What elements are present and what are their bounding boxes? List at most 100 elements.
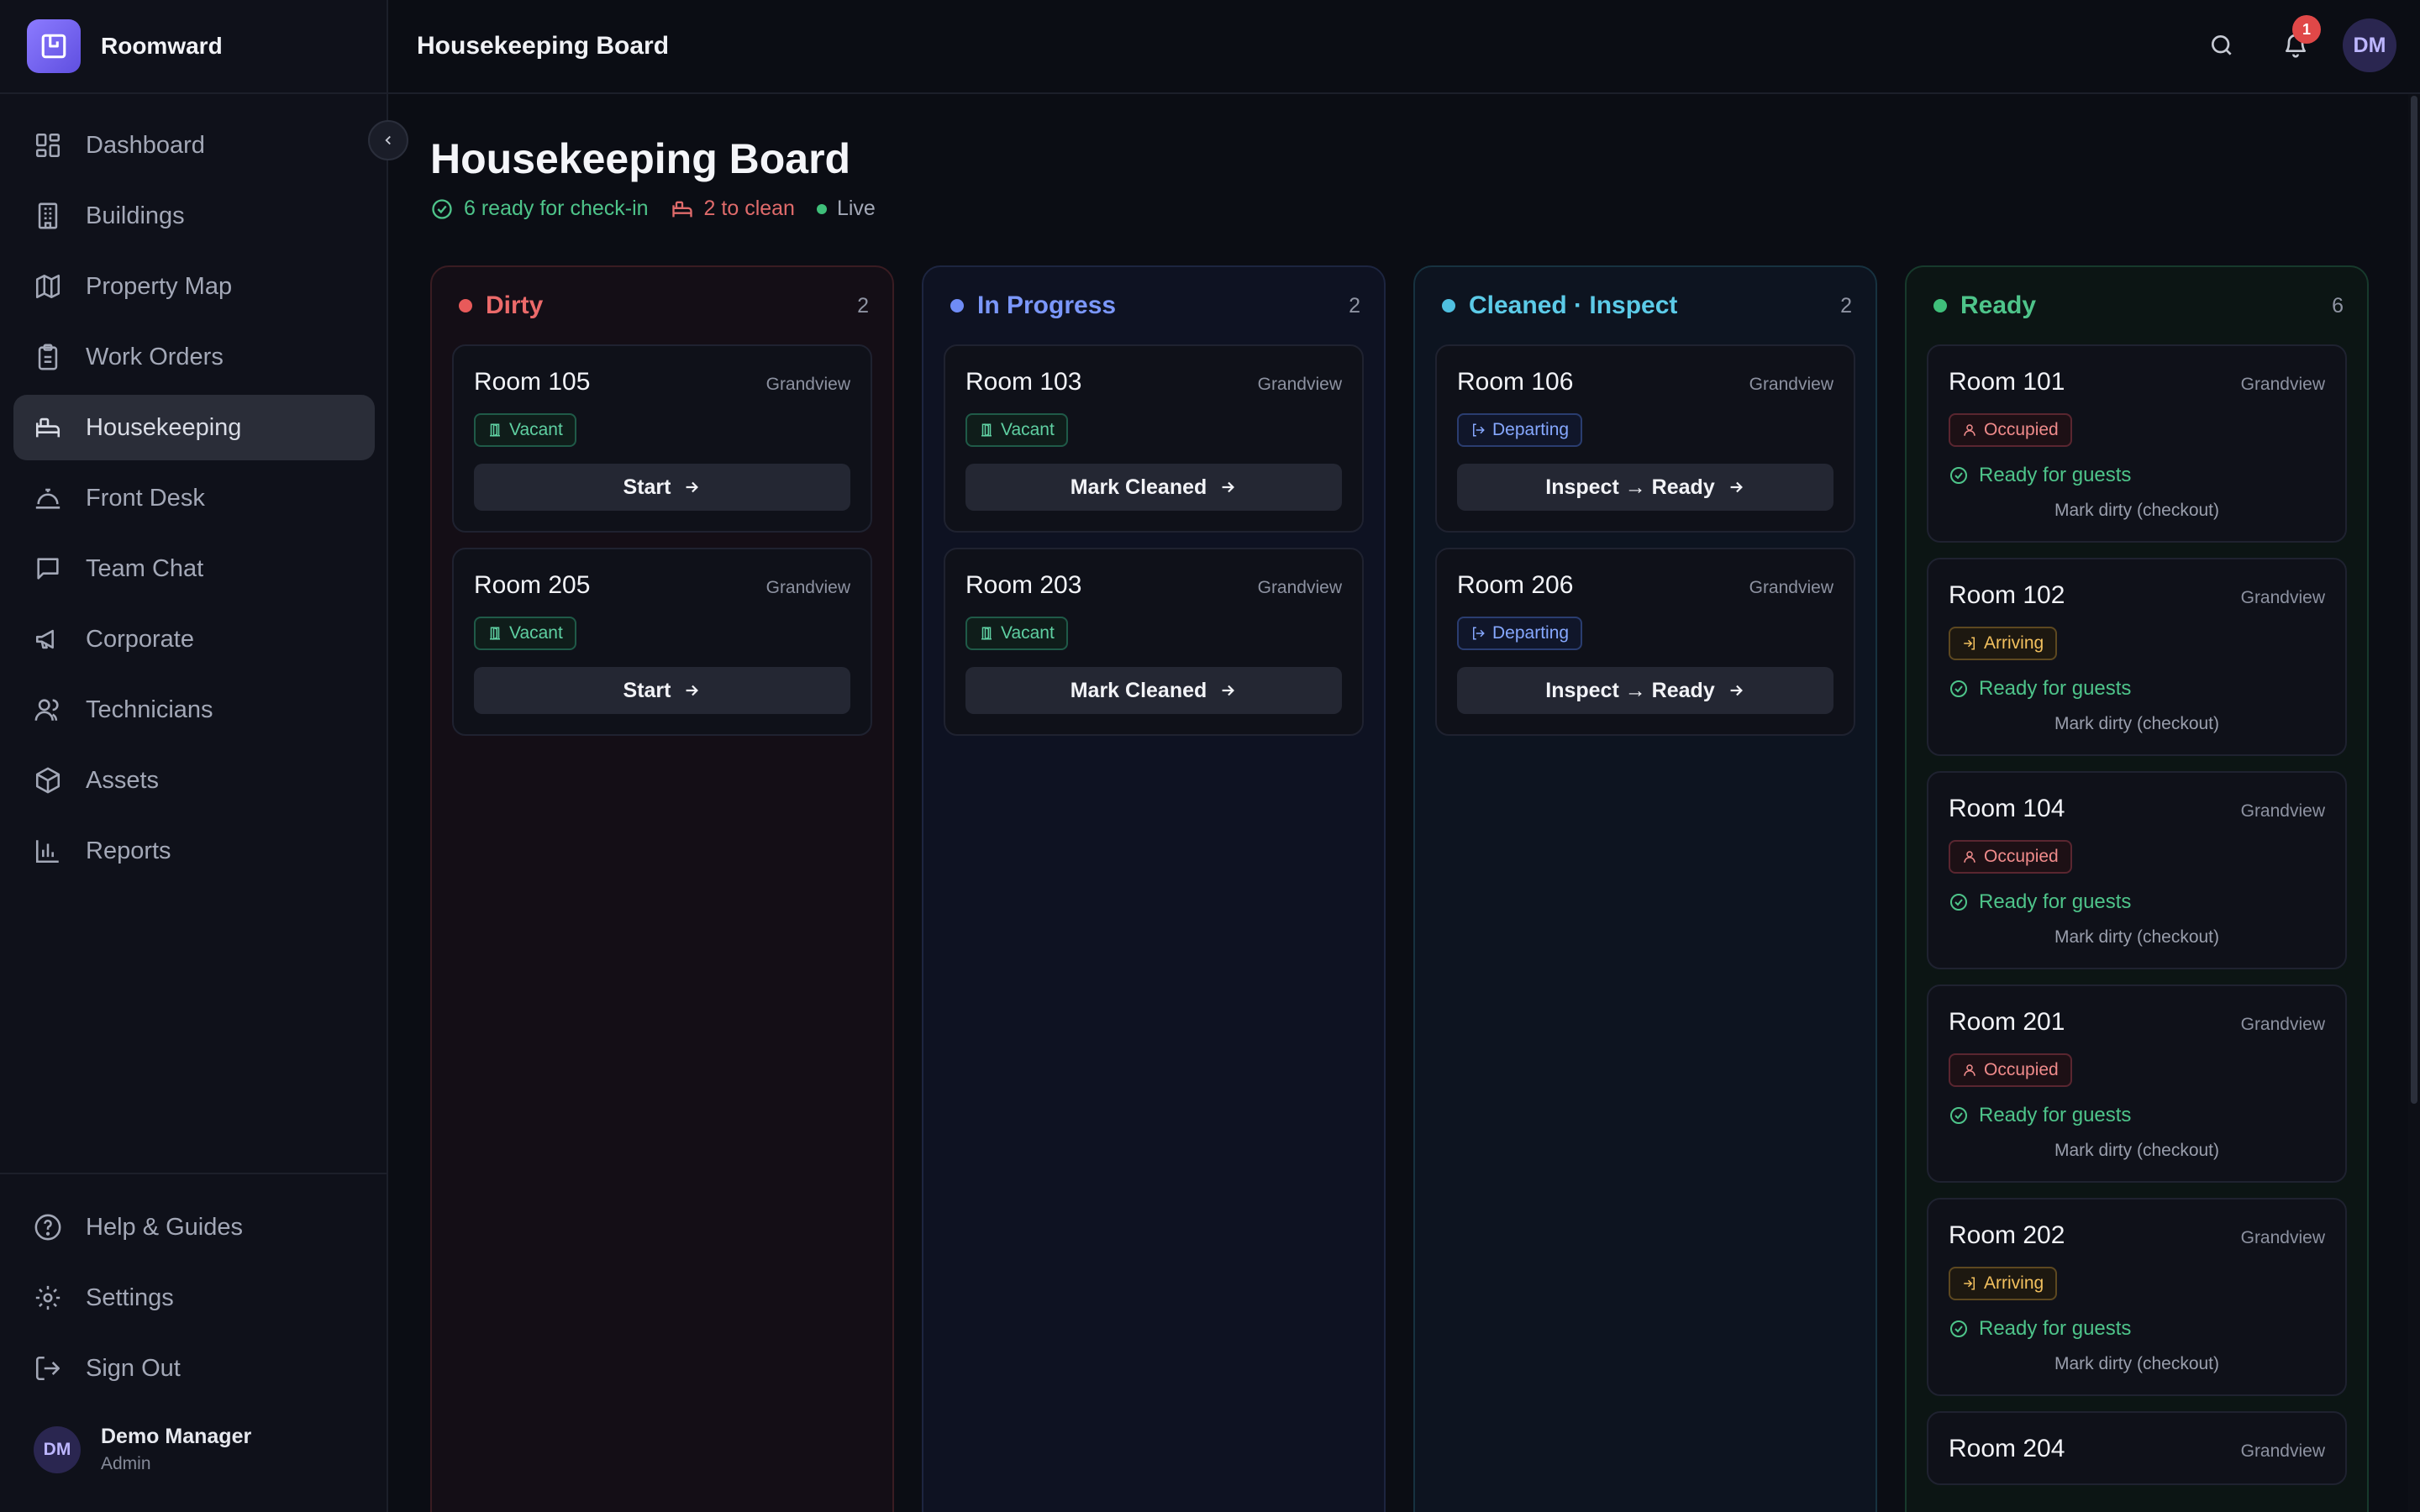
- column-title: Cleaned · Inspect: [1469, 291, 1678, 319]
- room-name: Room 101: [1949, 368, 2065, 396]
- room-card[interactable]: Room 203 Grandview Vacant Mark Cleaned: [944, 548, 1364, 736]
- sidebar-item-technicians[interactable]: Technicians: [13, 677, 375, 743]
- check-circle-icon: [1950, 467, 1967, 484]
- mark-dirty-link[interactable]: Mark dirty (checkout): [1949, 501, 2325, 521]
- sidebar-item-sign-out[interactable]: Sign Out: [13, 1336, 375, 1401]
- start-button[interactable]: Start: [474, 667, 850, 714]
- check-circle-icon: [432, 198, 452, 219]
- mark-cleaned-button[interactable]: Mark Cleaned: [965, 464, 1342, 511]
- inspect-ready-button[interactable]: Inspect → Ready: [1457, 464, 1833, 511]
- check-circle-icon: [1950, 894, 1967, 911]
- ready-indicator: Ready for guests: [1949, 890, 2325, 914]
- status-badge: Occupied: [1949, 413, 2072, 447]
- person-icon: [1964, 1064, 1975, 1076]
- sidebar-item-settings[interactable]: Settings: [13, 1265, 375, 1331]
- log-in-icon: [1964, 637, 1975, 650]
- ready-text: Ready for guests: [1979, 677, 2132, 700]
- sidebar-item-corporate[interactable]: Corporate: [13, 606, 375, 672]
- building-name: Grandview: [765, 375, 850, 394]
- person-icon: [1964, 424, 1975, 436]
- sidebar-item-label: Team Chat: [86, 554, 204, 582]
- header-title: Housekeeping Board: [417, 32, 670, 60]
- room-name: Room 203: [965, 571, 1082, 599]
- status-badge-text: Occupied: [1984, 420, 2059, 439]
- status-badge-text: Departing: [1492, 420, 1570, 439]
- clean-summary: 2 to clean: [671, 197, 795, 221]
- column-header: Ready 6: [1907, 267, 2367, 344]
- user-meta: Demo Manager Admin: [101, 1425, 251, 1474]
- status-dot: [1442, 299, 1455, 312]
- door-icon: [490, 627, 500, 640]
- sidebar-item-property-map[interactable]: Property Map: [13, 254, 375, 319]
- sidebar-item-team-chat[interactable]: Team Chat: [13, 536, 375, 601]
- avatar[interactable]: DM: [2343, 18, 2396, 72]
- column-header: Cleaned · Inspect 2: [1415, 267, 1876, 344]
- sidebar-item-label: Settings: [86, 1284, 174, 1311]
- notifications-button[interactable]: 1: [2269, 15, 2323, 72]
- room-name: Room 105: [474, 368, 591, 396]
- status-badge-text: Vacant: [1001, 623, 1055, 643]
- sidebar-item-housekeeping[interactable]: Housekeeping: [13, 395, 375, 460]
- room-card[interactable]: Room 103 Grandview Vacant Mark Cleaned: [944, 344, 1364, 533]
- room-card[interactable]: Room 102 Grandview Arriving Ready for gue…: [1927, 558, 2347, 756]
- room-card[interactable]: Room 205 Grandview Vacant Start: [452, 548, 872, 736]
- sidebar-item-assets[interactable]: Assets: [13, 748, 375, 813]
- inspect-ready-button[interactable]: Inspect → Ready: [1457, 667, 1833, 714]
- main-scrollbar[interactable]: [2408, 94, 2420, 1512]
- scrollbar-thumb[interactable]: [2411, 96, 2417, 1104]
- sidebar-item-dashboard[interactable]: Dashboard: [13, 113, 375, 178]
- building-name: Grandview: [2240, 1441, 2325, 1461]
- room-card[interactable]: Room 104 Grandview Occupied Ready for gue…: [1927, 771, 2347, 969]
- status-badge-text: Vacant: [509, 623, 563, 643]
- arrow-right-icon: [1222, 481, 1235, 493]
- room-card[interactable]: Room 101 Grandview Occupied Ready for gue…: [1927, 344, 2347, 543]
- arrow-right-icon: [687, 685, 699, 696]
- room-card[interactable]: Room 206 Grandview Departing Inspect → Re…: [1435, 548, 1855, 736]
- status-badge: Occupied: [1949, 1053, 2072, 1087]
- column-title: In Progress: [977, 291, 1117, 319]
- sidebar-item-reports[interactable]: Reports: [13, 818, 375, 884]
- live-indicator: Live: [816, 197, 876, 221]
- sidebar-item-help[interactable]: Help & Guides: [13, 1194, 375, 1260]
- room-card[interactable]: Room 202 Grandview Arriving Ready for gue…: [1927, 1198, 2347, 1396]
- sidebar-item-buildings[interactable]: Buildings: [13, 183, 375, 249]
- mark-dirty-link[interactable]: Mark dirty (checkout): [1949, 1354, 2325, 1374]
- sidebar-item-work-orders[interactable]: Work Orders: [13, 324, 375, 390]
- sidebar-bottom-nav: Help & Guides Settings Sign Out: [13, 1194, 375, 1406]
- room-card[interactable]: Room 106 Grandview Departing Inspect → Re…: [1435, 344, 1855, 533]
- status-dot: [950, 299, 964, 312]
- mark-dirty-link[interactable]: Mark dirty (checkout): [1949, 1141, 2325, 1161]
- search-button[interactable]: [2195, 18, 2249, 72]
- ready-indicator: Ready for guests: [1949, 464, 2325, 487]
- status-badge-text: Arriving: [1984, 1273, 2044, 1293]
- door-icon: [981, 423, 992, 437]
- start-button[interactable]: Start: [474, 464, 850, 511]
- button-label: Inspect → Ready: [1545, 678, 1715, 702]
- header-actions: 1 DM: [2175, 15, 2396, 72]
- column-title: Dirty: [486, 291, 544, 319]
- room-name: Room 201: [1949, 1008, 2065, 1036]
- room-card[interactable]: Room 105 Grandview Vacant Start: [452, 344, 872, 533]
- page-title: Housekeeping Board: [430, 135, 851, 182]
- sidebar-item-front-desk[interactable]: Front Desk: [13, 465, 375, 531]
- brand[interactable]: Roomward: [27, 18, 223, 74]
- room-card[interactable]: Room 201 Grandview Occupied Ready for gue…: [1927, 984, 2347, 1183]
- search-icon: [2212, 35, 2232, 55]
- button-label: Start: [623, 475, 671, 499]
- mark-dirty-link[interactable]: Mark dirty (checkout): [1949, 714, 2325, 734]
- sidebar-item-label: Work Orders: [86, 343, 224, 370]
- sidebar-item-label: Front Desk: [86, 484, 205, 512]
- ready-text: Ready for guests: [1979, 1317, 2132, 1340]
- notification-count-badge: 1: [2292, 15, 2321, 44]
- collapse-sidebar-button[interactable]: [368, 120, 408, 160]
- user-profile[interactable]: DM Demo Manager Admin: [34, 1425, 251, 1474]
- column-cleaned-inspect: Cleaned · Inspect 2 Room 106 Grandview De…: [1413, 265, 1877, 1512]
- sidebar-item-label: Technicians: [86, 696, 213, 723]
- building-name: Grandview: [2240, 375, 2325, 394]
- column-count: 2: [1840, 293, 1852, 318]
- button-label: Mark Cleaned: [1070, 475, 1207, 499]
- ready-indicator: Ready for guests: [1949, 677, 2325, 701]
- mark-dirty-link[interactable]: Mark dirty (checkout): [1949, 927, 2325, 948]
- mark-cleaned-button[interactable]: Mark Cleaned: [965, 667, 1342, 714]
- room-card[interactable]: Room 204 Grandview: [1927, 1411, 2347, 1485]
